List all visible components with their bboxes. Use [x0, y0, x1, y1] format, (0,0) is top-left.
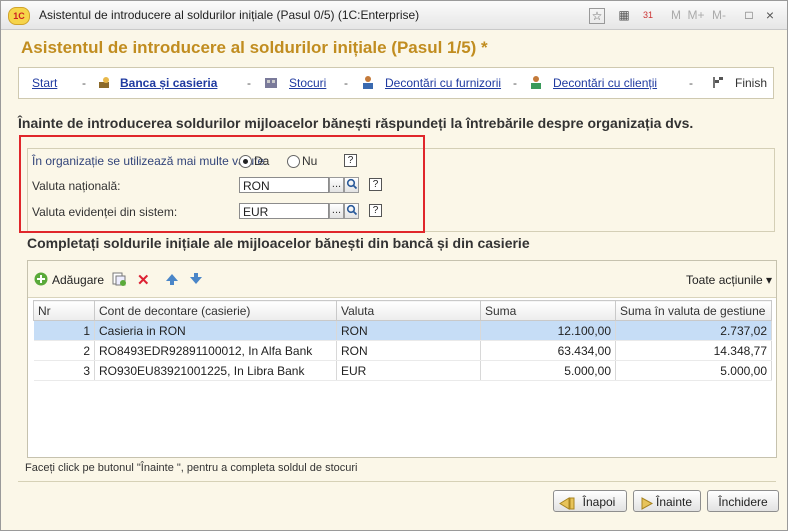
back-button[interactable]: Înapoi [553, 490, 627, 512]
column-header-account[interactable]: Cont de decontare (casierie) [94, 300, 337, 321]
back-arrow-icon [559, 495, 575, 517]
app-window: 1C Asistentul de introducere al solduril… [0, 0, 788, 531]
calculator-icon[interactable]: ▦ [617, 6, 631, 24]
cell-sum[interactable]: 12.100,00 [480, 320, 616, 341]
highlight-frame [19, 135, 425, 233]
cell-nr[interactable]: 3 [33, 360, 95, 381]
memory-plus-button[interactable]: M+ [687, 6, 705, 24]
column-header-currency[interactable]: Valuta [336, 300, 481, 321]
add-button[interactable]: Adăugare [52, 273, 104, 287]
add-icon[interactable] [34, 272, 48, 289]
app-logo-icon[interactable]: 1C [8, 7, 30, 25]
page-title: Asistentul de introducere al soldurilor … [21, 38, 488, 57]
nav-clients-link[interactable]: Decontări cu clienții [553, 76, 657, 90]
cell-sum-mgmt[interactable]: 2.737,02 [615, 320, 772, 341]
nav-finish[interactable]: Finish [735, 76, 767, 90]
supplier-icon [361, 75, 375, 89]
nav-separator: - [689, 76, 693, 90]
nav-stocks-link[interactable]: Stocuri [289, 76, 326, 90]
memory-minus-button[interactable]: M- [711, 6, 727, 24]
close-window-button[interactable]: × [763, 6, 777, 24]
next-arrow-icon [639, 495, 654, 517]
memory-m-button[interactable]: M [670, 6, 682, 24]
stocks-icon [264, 75, 278, 89]
cell-currency[interactable]: RON [336, 340, 481, 361]
step-navigation: Start - Banca și casieria - Stocuri - De… [18, 67, 774, 99]
hint-text: Faceți click pe butonul "Înainte ", pent… [25, 462, 358, 474]
table-row[interactable]: 2 RO8493EDR92891100012, In Alfa Bank RON… [33, 340, 772, 361]
cell-account[interactable]: Casieria in RON [94, 320, 337, 341]
nav-bank-link[interactable]: Banca și casieria [120, 76, 217, 90]
client-icon [529, 75, 543, 89]
cell-currency[interactable]: EUR [336, 360, 481, 381]
column-header-nr[interactable]: Nr [33, 300, 95, 321]
cell-currency[interactable]: RON [336, 320, 481, 341]
copy-icon[interactable] [112, 272, 126, 289]
cell-nr[interactable]: 2 [33, 340, 95, 361]
cell-sum-mgmt[interactable]: 14.348,77 [615, 340, 772, 361]
move-down-icon[interactable] [189, 272, 203, 289]
section-title: Completați soldurile inițiale ale mijloa… [27, 235, 530, 251]
cell-sum[interactable]: 63.434,00 [480, 340, 616, 361]
next-button[interactable]: Înainte [633, 490, 701, 512]
delete-icon[interactable]: ✕ [137, 271, 150, 289]
table-toolbar: Adăugare ✕ Toate acțiunile ▾ [28, 261, 776, 298]
nav-separator: - [344, 76, 348, 90]
calendar-icon[interactable]: 31 [640, 6, 656, 24]
nav-start-link[interactable]: Start [32, 76, 57, 90]
all-actions-label[interactable]: Toate acțiunile [686, 273, 763, 287]
finish-flag-icon [711, 75, 725, 89]
bank-icon [97, 75, 111, 89]
nav-separator: - [247, 76, 251, 90]
nav-separator: - [82, 76, 86, 90]
title-bar: 1C Asistentul de introducere al solduril… [1, 1, 787, 30]
cell-sum[interactable]: 5.000,00 [480, 360, 616, 381]
cell-nr[interactable]: 1 [33, 320, 95, 341]
footer-divider [18, 481, 776, 482]
column-header-sum-mgmt[interactable]: Suma în valuta de gestiune [615, 300, 772, 321]
column-header-sum[interactable]: Suma [480, 300, 616, 321]
cell-account[interactable]: RO8493EDR92891100012, In Alfa Bank [94, 340, 337, 361]
nav-separator: - [513, 76, 517, 90]
table-row[interactable]: 1 Casieria in RON RON 12.100,00 2.737,02 [33, 320, 772, 341]
table-header-row: Nr Cont de decontare (casierie) Valuta S… [33, 300, 772, 321]
balances-table-panel: Adăugare ✕ Toate acțiunile ▾ Nr Cont de … [27, 260, 777, 458]
balances-table: Nr Cont de decontare (casierie) Valuta S… [33, 300, 772, 381]
window-title: Asistentul de introducere al soldurilor … [39, 8, 420, 22]
cell-sum-mgmt[interactable]: 5.000,00 [615, 360, 772, 381]
maximize-button[interactable]: □ [742, 6, 756, 24]
close-button[interactable]: Închidere [707, 490, 779, 512]
table-row[interactable]: 3 RO930EU83921001225, In Libra Bank EUR … [33, 360, 772, 381]
favorite-icon[interactable]: ☆ [589, 8, 605, 24]
move-up-icon[interactable] [165, 272, 179, 289]
nav-suppliers-link[interactable]: Decontări cu furnizorii [385, 76, 501, 90]
intro-text: Înainte de introducerea soldurilor mijlo… [18, 115, 694, 131]
cell-account[interactable]: RO930EU83921001225, In Libra Bank [94, 360, 337, 381]
all-actions-menu[interactable]: Toate acțiunile ▾ [686, 273, 772, 287]
